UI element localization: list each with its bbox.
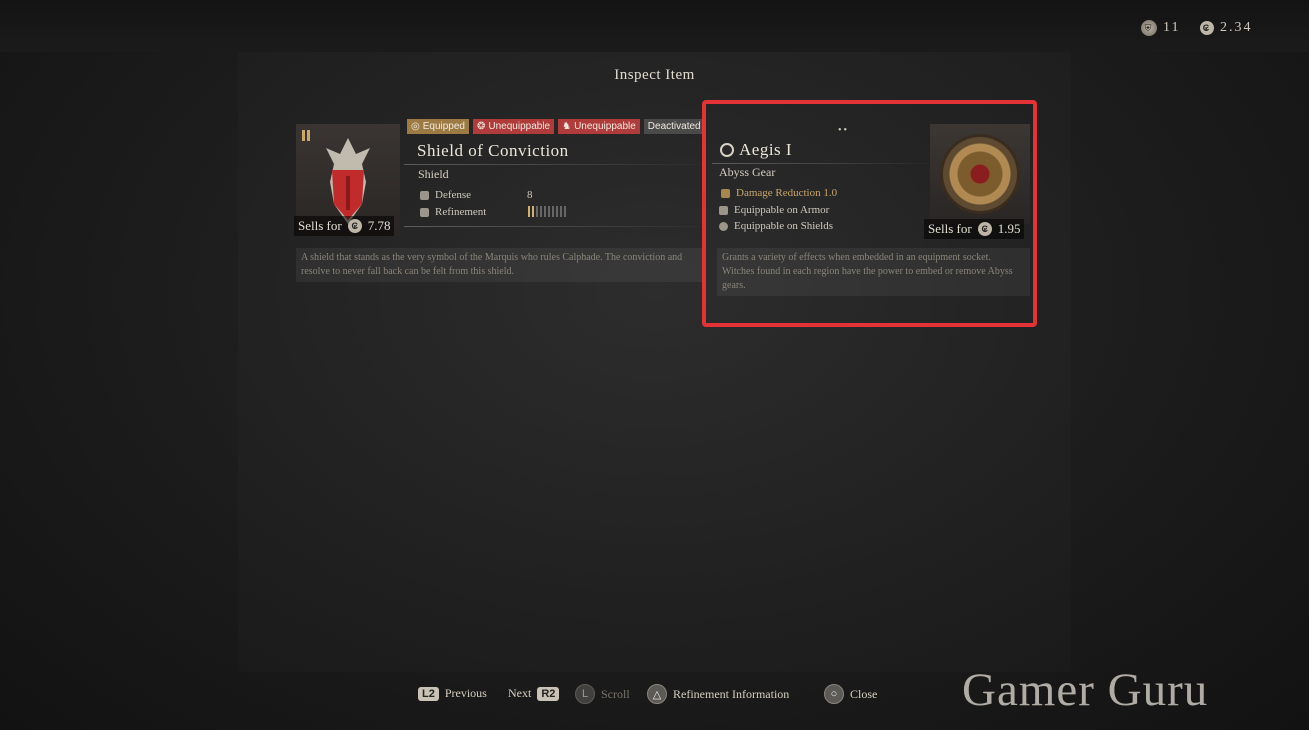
circle-button-icon: ○ — [824, 684, 844, 704]
refinement-pip — [552, 206, 554, 217]
previous-prompt[interactable]: L2 Previous — [418, 686, 487, 701]
refinement-pip — [540, 206, 542, 217]
left-item-description: A shield that stands as the very symbol … — [296, 248, 702, 282]
refinement-pip — [532, 206, 534, 217]
badge-deactivated: Deactivated — [643, 119, 705, 134]
coin-icon: ₢ — [977, 222, 992, 236]
equippable-shields-label: Equippable on Shields — [734, 220, 833, 232]
left-sells-value: 7.78 — [367, 218, 391, 233]
triangle-button-icon: △ — [647, 684, 667, 704]
refinement-pip — [548, 206, 550, 217]
refinement-info-prompt[interactable]: △ Refinement Information — [647, 684, 789, 704]
crest-count: 11 — [1163, 20, 1181, 35]
divider — [712, 163, 928, 164]
refinement-icon — [420, 207, 429, 217]
right-sells-label: Sells for — [928, 221, 972, 236]
l2-button-icon: L2 — [418, 686, 439, 701]
stat-defense-value: 8 — [527, 189, 533, 201]
refinement-bar — [528, 206, 566, 217]
refinement-pip — [560, 206, 562, 217]
shield-icon — [719, 221, 728, 231]
stat-refinement-label: Refinement — [435, 206, 487, 218]
badge-unequippable-2-label: Unequippable — [574, 121, 636, 132]
shield-icon — [721, 188, 730, 198]
silver-counter: ₢ 2.34 — [1200, 20, 1253, 36]
refinement-pip — [564, 206, 566, 217]
divider — [404, 226, 700, 227]
stat-defense: Defense — [420, 189, 471, 201]
scroll-prompt[interactable]: L Scroll — [575, 684, 630, 704]
refinement-info-label: Refinement Information — [673, 686, 790, 701]
watermark-logo: Gamer Guru — [962, 664, 1209, 716]
equippable-shields: Equippable on Shields — [719, 220, 833, 232]
next-prompt[interactable]: Next R2 — [508, 686, 560, 701]
scroll-label: Scroll — [601, 686, 630, 701]
left-item-type: Shield — [418, 167, 449, 181]
right-item-title: Aegis I — [720, 140, 792, 160]
effect-label: Damage Reduction 1.0 — [736, 187, 838, 199]
refinement-pip — [556, 206, 558, 217]
silver-amount: 2.34 — [1220, 20, 1253, 35]
unequippable-icon: ♞ — [562, 121, 572, 132]
right-sells-value: 1.95 — [997, 221, 1021, 236]
left-sells-for: Sells for ₢ 7.78 — [294, 216, 395, 236]
equippable-armor: Equippable on Armor — [719, 204, 829, 216]
page-indicator: •• — [838, 125, 850, 136]
close-label: Close — [850, 686, 878, 701]
r2-button-icon: R2 — [537, 686, 560, 701]
refinement-pip — [544, 206, 546, 217]
refinement-pip — [536, 206, 538, 217]
badge-equipped: ◎ Equipped — [407, 119, 469, 134]
next-label: Next — [508, 686, 532, 700]
stat-refinement: Refinement — [420, 206, 486, 218]
status-badges: ◎ Equipped ❂ Unequippable ♞ Unequippable De… — [407, 119, 705, 134]
divider — [404, 164, 700, 165]
defense-icon — [420, 190, 429, 200]
refinement-pip — [528, 206, 530, 217]
coin-icon: ₢ — [347, 219, 362, 233]
badge-deactivated-label: Deactivated — [647, 121, 701, 132]
left-stick-icon: L — [575, 684, 595, 704]
top-bar — [0, 0, 1309, 52]
armor-icon — [719, 205, 728, 215]
stat-defense-label: Defense — [435, 189, 472, 201]
right-sells-for: Sells for ₢ 1.95 — [924, 219, 1025, 239]
badge-equipped-label: Equipped — [422, 121, 465, 132]
badge-unequippable-2: ♞ Unequippable — [558, 119, 640, 134]
left-sells-label: Sells for — [298, 218, 342, 233]
crest-counter: ⛨ 11 — [1141, 20, 1180, 36]
right-item-name: Aegis I — [739, 140, 793, 159]
previous-label: Previous — [444, 686, 487, 700]
equipped-icon: ◎ — [411, 121, 420, 132]
page-title: Inspect Item — [614, 67, 695, 83]
equippable-armor-label: Equippable on Armor — [734, 204, 830, 216]
abyss-gear-icon — [720, 143, 734, 157]
right-item-type: Abyss Gear — [719, 165, 776, 179]
badge-unequippable-1: ❂ Unequippable — [473, 119, 555, 134]
abyss-gear-thumbnail[interactable] — [930, 124, 1030, 224]
badge-unequippable-1-label: Unequippable — [488, 121, 551, 132]
abyss-gear-image — [943, 137, 1017, 211]
coin-icon: ₢ — [1200, 21, 1214, 35]
close-prompt[interactable]: ○ Close — [824, 684, 877, 704]
unequippable-icon: ❂ — [477, 121, 486, 132]
right-item-description: Grants a variety of effects when embedde… — [717, 248, 1030, 296]
effect-damage-reduction: Damage Reduction 1.0 — [721, 187, 837, 199]
pause-marks-icon — [302, 130, 305, 141]
crest-icon: ⛨ — [1141, 20, 1157, 36]
left-item-name: Shield of Conviction — [417, 141, 569, 160]
